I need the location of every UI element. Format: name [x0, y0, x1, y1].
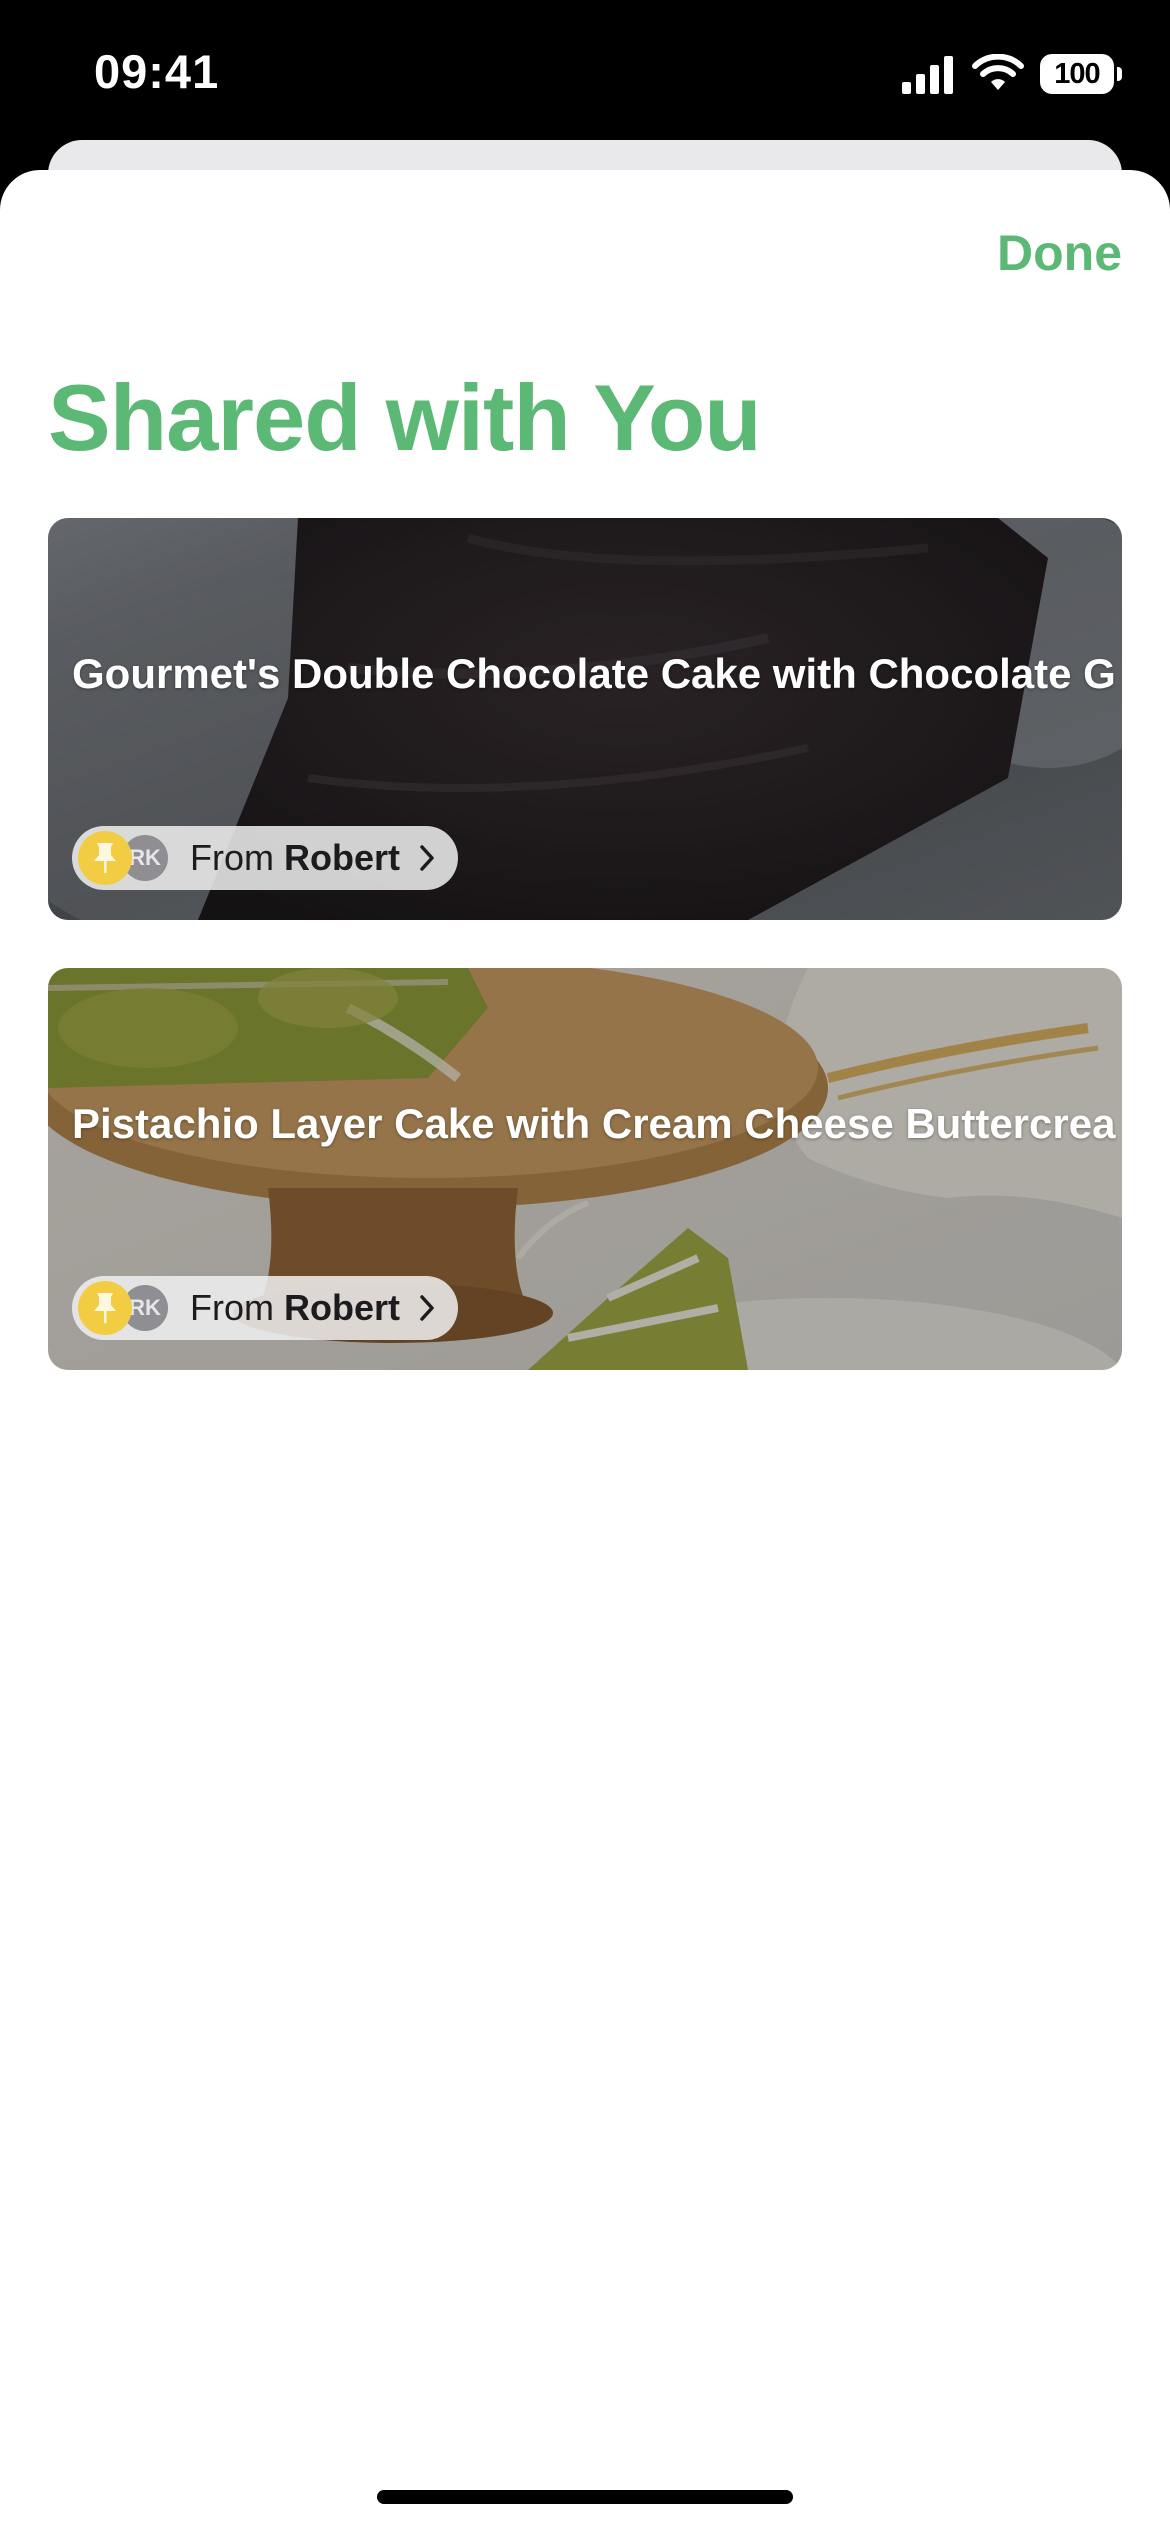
home-indicator[interactable]: [377, 2490, 793, 2504]
status-icons: 100: [900, 52, 1122, 96]
shared-item-card[interactable]: Gourmet's Double Chocolate Cake with Cho…: [48, 518, 1122, 920]
cellular-signal-icon: [902, 56, 953, 94]
card-title: Gourmet's Double Chocolate Cake with Cho…: [72, 650, 1116, 697]
page-title: Shared with You: [48, 365, 762, 470]
wifi-icon: [972, 54, 1024, 90]
status-time: 09:41: [94, 45, 220, 98]
battery-icon: 100: [1040, 54, 1122, 94]
status-bar: 09:41 100: [0, 0, 1170, 140]
from-label: From Robert: [190, 1287, 400, 1329]
battery-level: 100: [1054, 57, 1100, 90]
chevron-right-icon: [420, 845, 434, 871]
shared-with-you-sheet: Done Shared with You Gourmet's Double Ch…: [0, 170, 1170, 2532]
from-prefix: From: [190, 837, 284, 878]
sender-name: Robert: [284, 1287, 400, 1328]
card-title: Pistachio Layer Cake with Cream Cheese B…: [72, 1100, 1116, 1147]
sender-name: Robert: [284, 837, 400, 878]
from-sender-pill[interactable]: RK From Robert: [72, 1276, 458, 1340]
from-prefix: From: [190, 1287, 284, 1328]
from-sender-pill[interactable]: RK From Robert: [72, 826, 458, 890]
pill-avatars: RK: [78, 1281, 178, 1335]
pin-icon: [78, 1281, 132, 1335]
from-label: From Robert: [190, 837, 400, 879]
done-button[interactable]: Done: [997, 224, 1122, 282]
battery-cap: [1117, 67, 1122, 81]
chevron-right-icon: [420, 1295, 434, 1321]
shared-item-card[interactable]: Pistachio Layer Cake with Cream Cheese B…: [48, 968, 1122, 1370]
pill-avatars: RK: [78, 831, 178, 885]
pin-icon: [78, 831, 132, 885]
